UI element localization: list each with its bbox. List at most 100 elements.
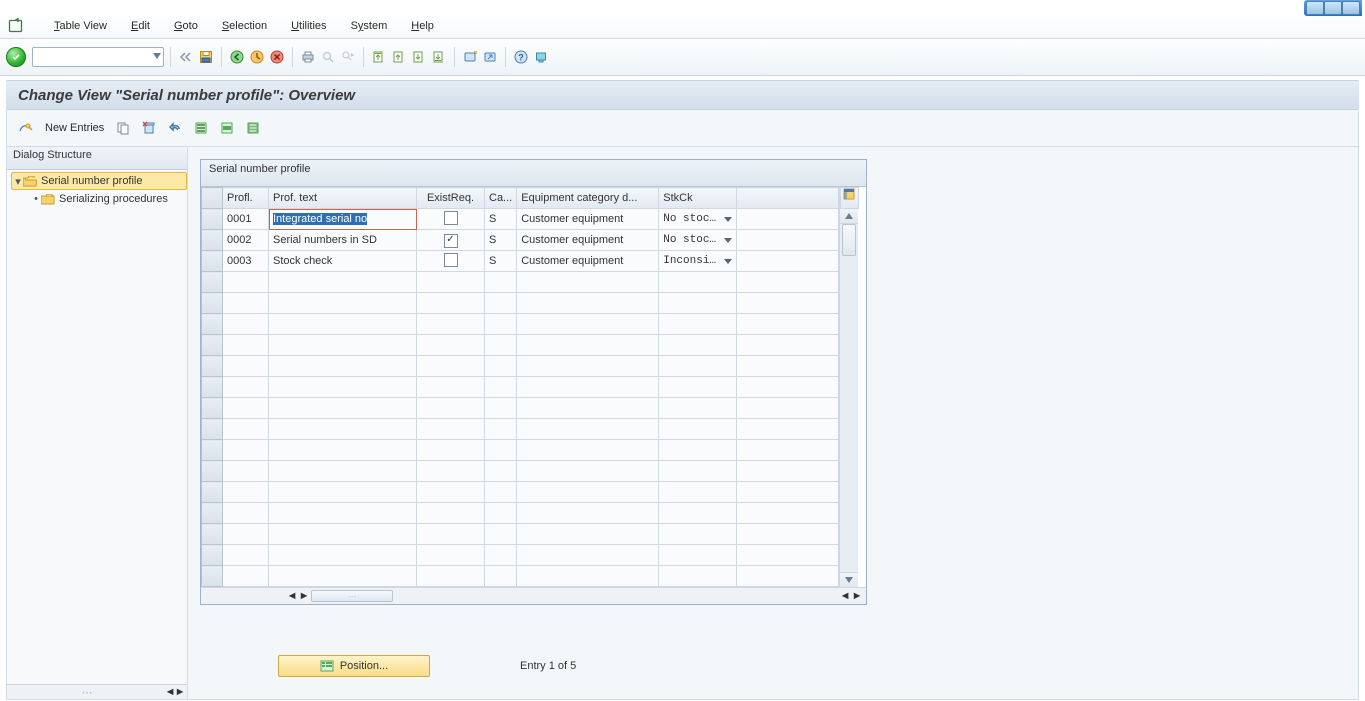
empty-cell[interactable] xyxy=(269,314,417,335)
row-selector[interactable] xyxy=(202,440,223,461)
scroll-right-end-icon[interactable]: ► xyxy=(852,591,862,601)
vertical-scrollbar[interactable] xyxy=(839,187,858,587)
empty-cell[interactable] xyxy=(659,377,737,398)
empty-cell[interactable] xyxy=(517,545,659,566)
row-selector[interactable] xyxy=(202,398,223,419)
select-all-icon[interactable] xyxy=(192,119,210,137)
empty-cell[interactable] xyxy=(485,356,517,377)
empty-cell[interactable] xyxy=(737,566,839,587)
print-icon[interactable] xyxy=(299,48,317,66)
cell-profl[interactable]: 0003 xyxy=(223,251,269,272)
empty-cell[interactable] xyxy=(269,293,417,314)
help-icon[interactable]: ? xyxy=(512,48,530,66)
col-stkck[interactable]: StkCk xyxy=(659,188,737,209)
empty-cell[interactable] xyxy=(223,356,269,377)
menu-selection[interactable]: Selection xyxy=(222,20,267,32)
empty-cell[interactable] xyxy=(269,524,417,545)
tree-node-serial-number-profile[interactable]: ▾ Serial number profile xyxy=(11,172,187,190)
new-entries-button[interactable]: New Entries xyxy=(45,122,104,134)
chevron-down-icon[interactable] xyxy=(724,238,732,243)
empty-cell[interactable] xyxy=(737,482,839,503)
empty-cell[interactable] xyxy=(269,377,417,398)
row-selector[interactable] xyxy=(202,272,223,293)
menu-help[interactable]: Help xyxy=(411,20,434,32)
row-selector-header[interactable] xyxy=(202,188,223,209)
cell-proftext[interactable]: Serial numbers in SD xyxy=(269,230,417,251)
empty-cell[interactable] xyxy=(269,482,417,503)
scroll-left-icon[interactable]: ◄ xyxy=(165,687,175,697)
empty-cell[interactable] xyxy=(269,356,417,377)
scroll-thumb-h[interactable]: ⋯ xyxy=(311,590,393,602)
customize-layout-icon[interactable] xyxy=(532,48,550,66)
empty-cell[interactable] xyxy=(485,545,517,566)
row-selector[interactable] xyxy=(202,230,223,251)
row-selector[interactable] xyxy=(202,461,223,482)
empty-cell[interactable] xyxy=(223,461,269,482)
empty-cell[interactable] xyxy=(417,461,485,482)
toggle-display-change-icon[interactable] xyxy=(17,119,35,137)
row-selector[interactable] xyxy=(202,566,223,587)
empty-cell[interactable] xyxy=(517,461,659,482)
minimize-button[interactable] xyxy=(1306,1,1324,15)
empty-cell[interactable] xyxy=(223,398,269,419)
empty-cell[interactable] xyxy=(417,440,485,461)
cell-cat[interactable]: S xyxy=(485,230,517,251)
empty-cell[interactable] xyxy=(517,503,659,524)
find-icon[interactable] xyxy=(319,48,337,66)
scroll-down-icon[interactable] xyxy=(840,572,858,587)
last-page-icon[interactable] xyxy=(430,48,448,66)
empty-cell[interactable] xyxy=(737,545,839,566)
empty-cell[interactable] xyxy=(223,272,269,293)
empty-cell[interactable] xyxy=(417,356,485,377)
empty-cell[interactable] xyxy=(417,335,485,356)
empty-cell[interactable] xyxy=(417,419,485,440)
back-icon[interactable] xyxy=(228,48,246,66)
empty-cell[interactable] xyxy=(517,566,659,587)
empty-cell[interactable] xyxy=(659,356,737,377)
undo-icon[interactable] xyxy=(166,119,184,137)
empty-cell[interactable] xyxy=(659,440,737,461)
empty-cell[interactable] xyxy=(659,524,737,545)
empty-cell[interactable] xyxy=(485,419,517,440)
empty-cell[interactable] xyxy=(737,335,839,356)
empty-cell[interactable] xyxy=(269,335,417,356)
row-selector[interactable] xyxy=(202,356,223,377)
empty-cell[interactable] xyxy=(517,419,659,440)
empty-cell[interactable] xyxy=(485,482,517,503)
empty-cell[interactable] xyxy=(223,524,269,545)
empty-cell[interactable] xyxy=(659,335,737,356)
exit-icon[interactable] xyxy=(248,48,266,66)
empty-cell[interactable] xyxy=(417,545,485,566)
row-selector[interactable] xyxy=(202,377,223,398)
empty-cell[interactable] xyxy=(417,482,485,503)
empty-cell[interactable] xyxy=(517,272,659,293)
empty-cell[interactable] xyxy=(517,524,659,545)
empty-cell[interactable] xyxy=(517,356,659,377)
empty-cell[interactable] xyxy=(485,398,517,419)
empty-cell[interactable] xyxy=(223,545,269,566)
empty-cell[interactable] xyxy=(417,314,485,335)
row-selector[interactable] xyxy=(202,251,223,272)
empty-cell[interactable] xyxy=(269,566,417,587)
prev-page-icon[interactable] xyxy=(390,48,408,66)
cell-existreq[interactable] xyxy=(417,209,485,230)
empty-cell[interactable] xyxy=(485,272,517,293)
empty-cell[interactable] xyxy=(485,314,517,335)
empty-cell[interactable] xyxy=(659,398,737,419)
col-cat[interactable]: Ca... xyxy=(485,188,517,209)
empty-cell[interactable] xyxy=(269,440,417,461)
cell-cat[interactable]: S xyxy=(485,209,517,230)
empty-cell[interactable] xyxy=(659,461,737,482)
back-chevrons-icon[interactable] xyxy=(177,48,195,66)
first-page-icon[interactable] xyxy=(370,48,388,66)
empty-cell[interactable] xyxy=(417,398,485,419)
cell-stkck[interactable]: No stoc… xyxy=(659,230,737,251)
scroll-left-icon[interactable]: ◄ xyxy=(287,591,297,601)
empty-cell[interactable] xyxy=(659,272,737,293)
empty-cell[interactable] xyxy=(517,314,659,335)
chevron-down-icon[interactable] xyxy=(724,259,732,264)
empty-cell[interactable] xyxy=(223,335,269,356)
empty-cell[interactable] xyxy=(485,566,517,587)
empty-cell[interactable] xyxy=(417,566,485,587)
empty-cell[interactable] xyxy=(485,503,517,524)
